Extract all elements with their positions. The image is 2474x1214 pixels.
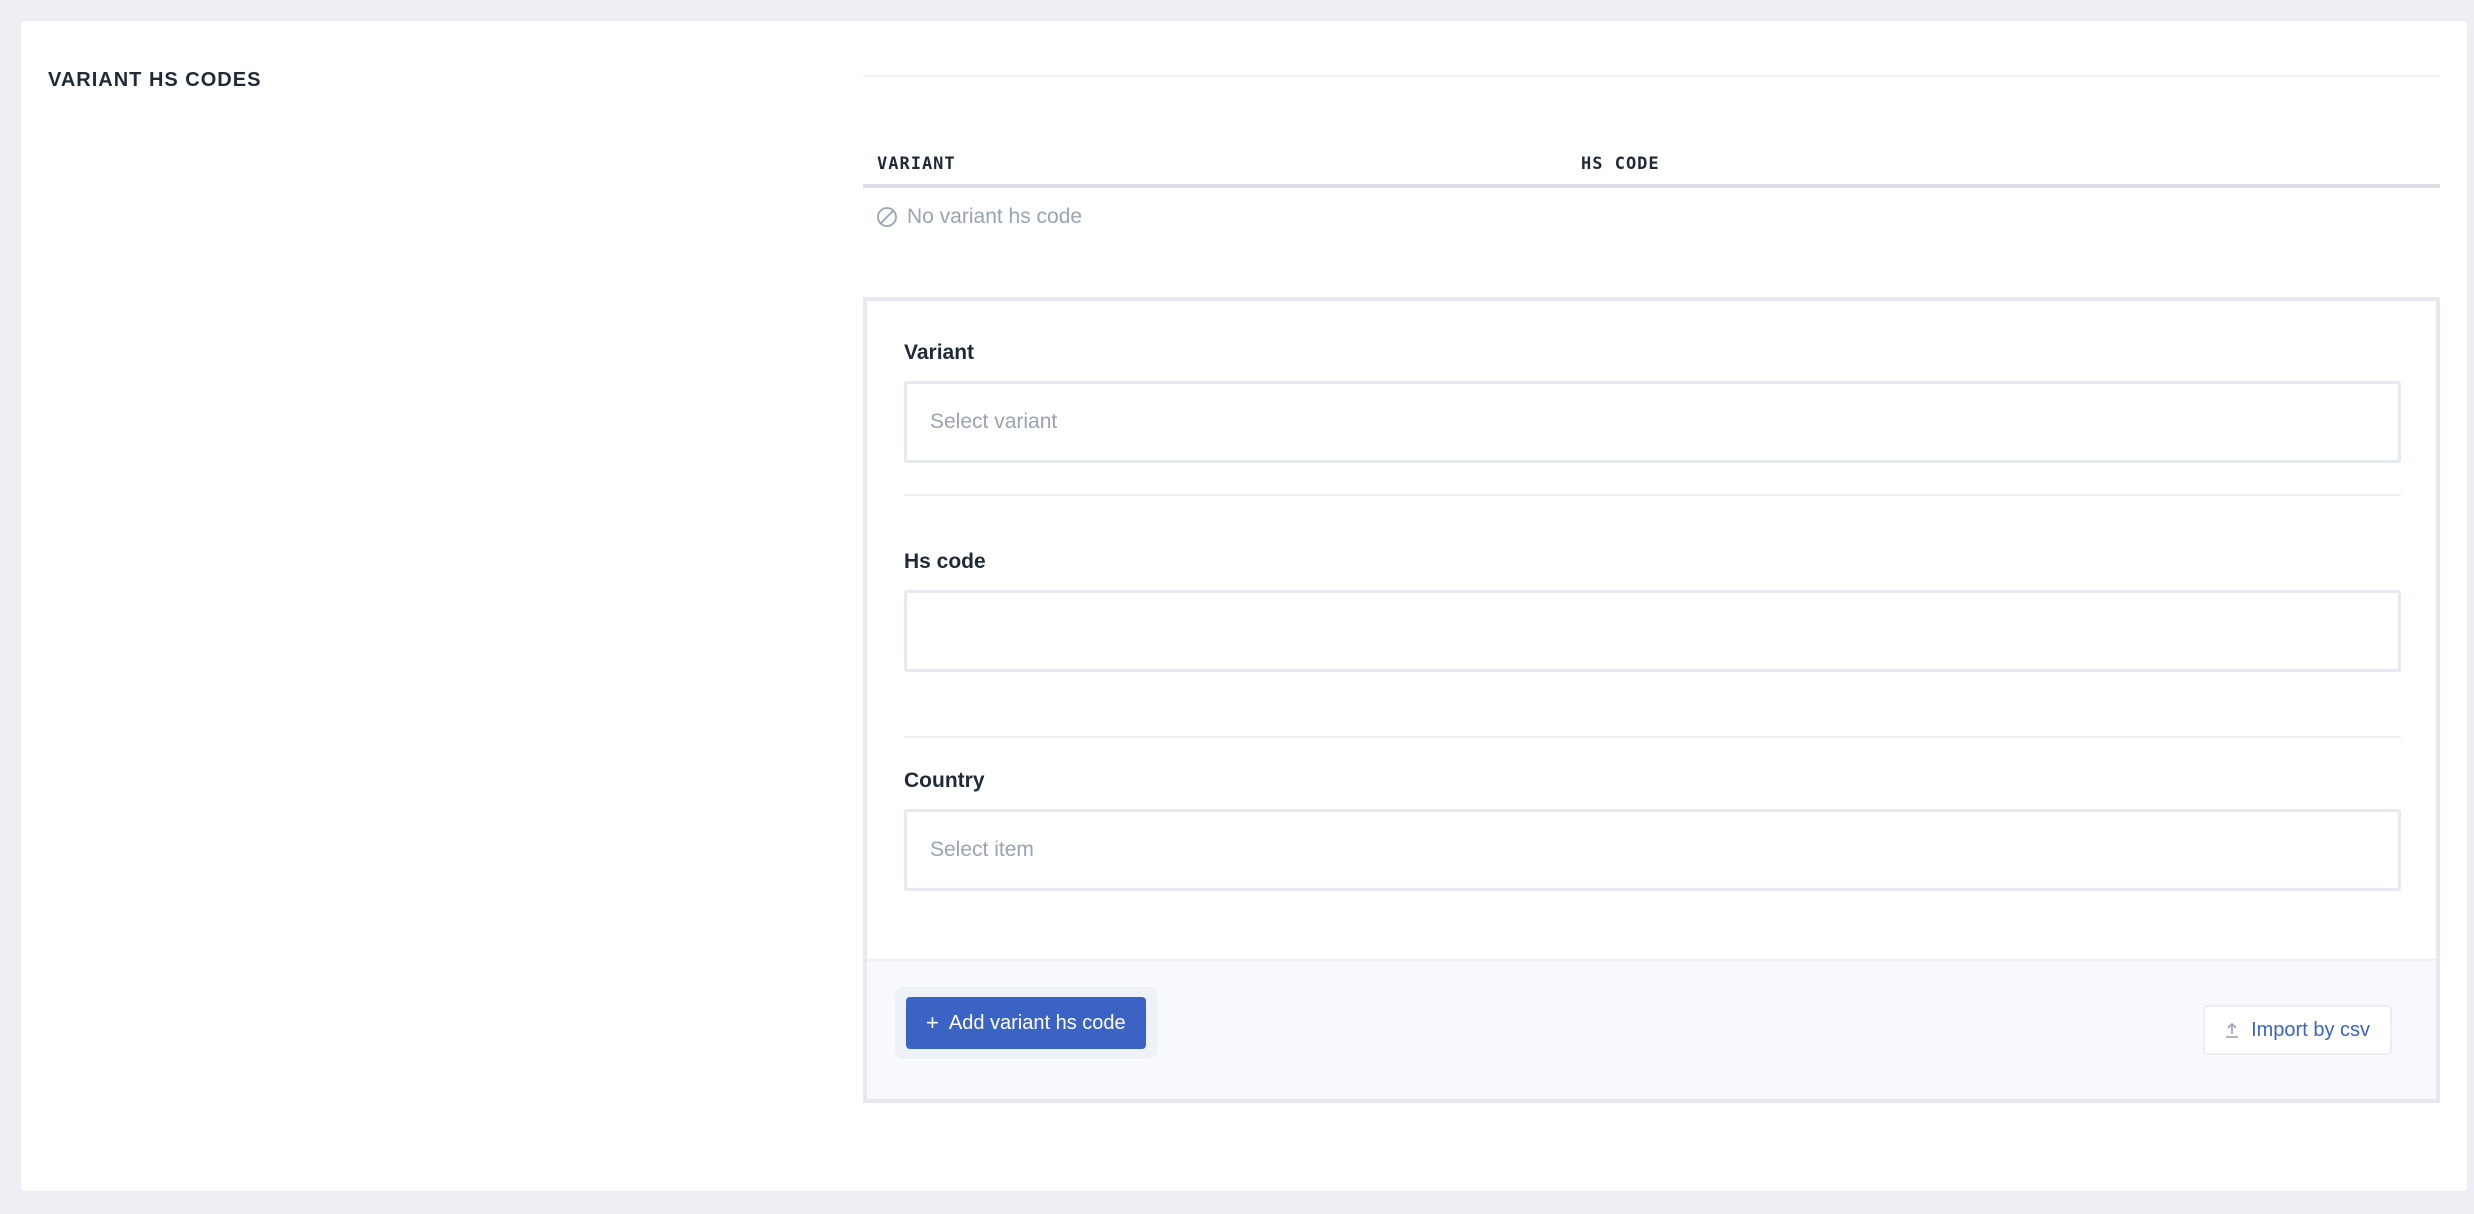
column-header-variant: VARIANT [877,154,956,174]
section-title: VARIANT HS CODES [48,69,262,91]
add-variant-hs-code-form: Variant Select variant Hs code Country S… [863,297,2440,1103]
add-button-label: Add variant hs code [948,1011,1126,1034]
plus-icon: + [926,1010,939,1035]
form-divider [904,494,2401,496]
variant-label: Variant [904,341,975,364]
add-button-focus-ring: + Add variant hs code [895,987,1157,1059]
variant-hs-codes-table: VARIANT HS CODE No variant hs code [863,75,2440,324]
country-label: Country [904,769,985,792]
hs-code-label: Hs code [904,550,986,573]
import-by-csv-button[interactable]: Import by csv [2203,1005,2392,1055]
empty-state-text: No variant hs code [907,204,1083,228]
table-header: VARIANT HS CODE [863,77,2440,188]
upload-icon [2226,1022,2239,1038]
hs-code-input[interactable] [904,590,2401,672]
column-header-hs-code: HS CODE [1581,154,1660,174]
add-variant-hs-code-button[interactable]: + Add variant hs code [906,997,1146,1049]
import-button-label: Import by csv [2251,1018,2370,1041]
form-divider [904,736,2401,738]
empty-state-row: No variant hs code [863,188,2440,324]
variant-hs-codes-card: VARIANT HS CODES VARIANT HS CODE No vari… [21,21,2467,1191]
form-footer: + Add variant hs code Import by csv [867,959,2436,1099]
variant-select[interactable]: Select variant [904,381,2401,463]
ban-icon [877,206,897,227]
country-select[interactable]: Select item [904,809,2401,891]
